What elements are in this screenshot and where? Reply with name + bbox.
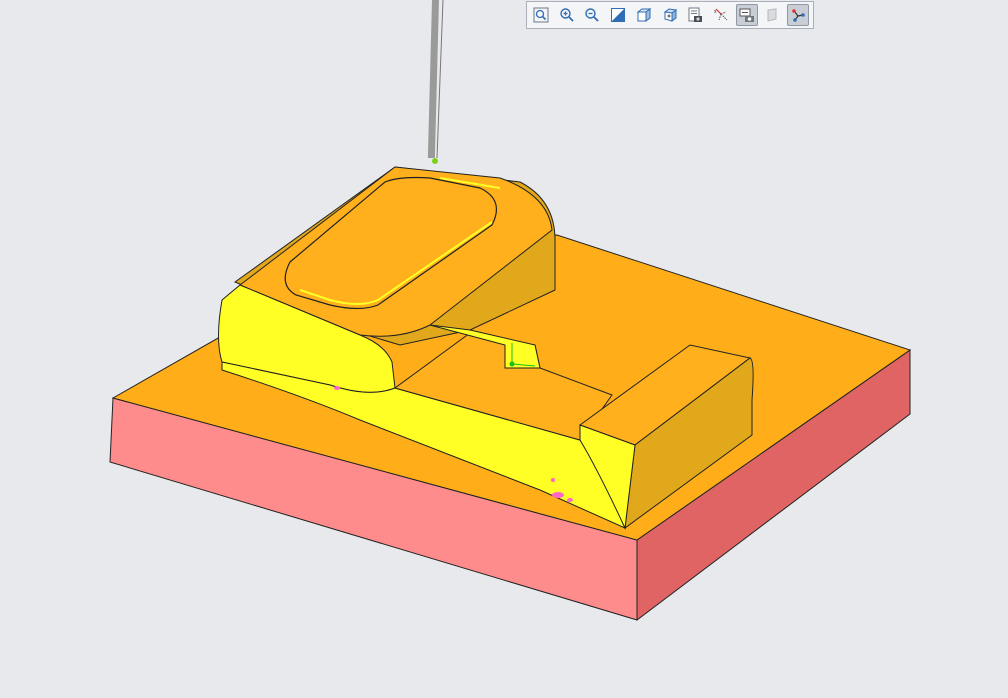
gouge-mark [567, 498, 573, 502]
datum-display-filters-icon: x [714, 8, 728, 21]
annotation-display-icon [739, 8, 754, 22]
gouge-mark [552, 492, 564, 498]
toggle-display-button[interactable] [787, 4, 810, 26]
saved-orientations-icon [663, 8, 677, 22]
repaint-button[interactable] [607, 4, 629, 26]
spin-center-button[interactable] [762, 4, 784, 26]
graphics-viewport[interactable]: x [0, 0, 1008, 698]
gouge-mark [334, 386, 340, 390]
saved-orientations-button[interactable] [659, 4, 681, 26]
zoom-in-icon [559, 8, 574, 22]
zoom-fit-button[interactable] [530, 4, 552, 26]
view-manager-icon [688, 7, 703, 22]
zoom-out-button[interactable] [581, 4, 603, 26]
cutting-tool [427, 0, 439, 158]
spin-center-icon [767, 8, 777, 22]
display-style-icon [636, 8, 652, 22]
zoom-out-icon [585, 8, 599, 22]
graphics-toolbar: x [526, 1, 814, 29]
toggle-display-icon [792, 9, 806, 22]
view-manager-button[interactable] [684, 4, 706, 26]
zoom-in-button[interactable] [556, 4, 578, 26]
zoom-fit-icon [533, 7, 549, 23]
annotation-display-button[interactable] [735, 4, 758, 26]
3d-model-view[interactable] [0, 0, 1008, 698]
gouge-mark [551, 478, 555, 482]
tool-tip-point [432, 158, 438, 164]
datum-display-filters-button[interactable]: x [710, 4, 732, 26]
display-style-button[interactable] [633, 4, 655, 26]
csys-origin [509, 361, 515, 367]
repaint-icon [611, 8, 626, 22]
